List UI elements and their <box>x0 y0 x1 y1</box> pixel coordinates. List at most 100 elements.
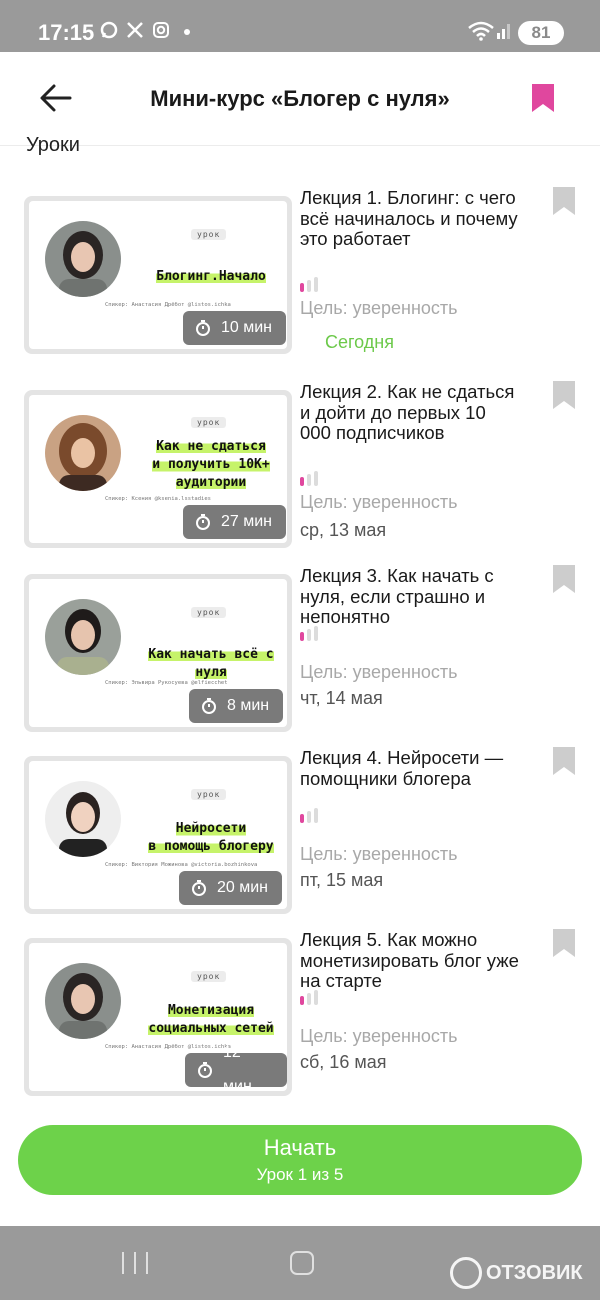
notification-dot <box>184 29 190 35</box>
lesson-item[interactable]: урок Нейросети в помощь блогеру Спикер: … <box>0 740 600 914</box>
thumb-title-box: Монетизация социальных сетей <box>129 1001 287 1037</box>
lesson-bookmark-button[interactable] <box>552 380 576 410</box>
lesson-date: Сегодня <box>325 332 394 352</box>
thumb-title-box: Блогинг.Начало <box>129 267 287 285</box>
lesson-tag: урок <box>191 417 227 428</box>
lesson-thumbnail[interactable]: урок Как начать всё с нуля Спикер: Эльви… <box>24 574 292 732</box>
thumb-title: Как начать всё с нуля <box>148 647 274 680</box>
duration-label: 27 мин <box>221 513 273 530</box>
timer-icon <box>196 320 210 336</box>
course-bookmark-button[interactable] <box>530 83 556 113</box>
thumb-title: Блогинг.Начало <box>156 269 266 284</box>
lesson-bookmark-button[interactable] <box>552 564 576 594</box>
app-header: Мини-курс «Блогер с нуля» <box>0 52 600 146</box>
arrow-left-icon <box>40 84 72 112</box>
page-title: Мини-курс «Блогер с нуля» <box>150 86 450 111</box>
speaker-avatar <box>45 415 121 491</box>
lesson-goal: Цель: уверенность <box>300 492 458 512</box>
thumb-title-box: Как начать всё с нуля <box>129 645 287 681</box>
thumb-title-box: Нейросети в помощь блогеру <box>129 819 287 855</box>
lesson-title: Лекция 5. Как можно монетизировать блог … <box>300 929 519 991</box>
bookmark-icon <box>532 84 554 112</box>
start-button-progress: Урок 1 из 5 <box>256 1165 344 1184</box>
signal-icon <box>496 21 512 44</box>
bookmark-icon <box>553 565 575 593</box>
speaker-avatar <box>45 781 121 857</box>
lesson-goal: Цель: уверенность <box>300 844 458 864</box>
lesson-item[interactable]: урок Как не сдаться и получить 10К+ ауди… <box>0 374 600 548</box>
level-indicator <box>300 471 318 486</box>
section-heading: Уроки <box>26 134 80 156</box>
level-indicator <box>300 626 318 641</box>
thumb-title: Монетизация социальных сетей <box>148 1003 274 1036</box>
start-button[interactable]: Начать Урок 1 из 5 <box>18 1125 582 1195</box>
lesson-bookmark-button[interactable] <box>552 928 576 958</box>
speaker-avatar <box>45 221 121 297</box>
lesson-thumbnail[interactable]: урок Блогинг.Начало Спикер: Анастасия Др… <box>24 196 292 354</box>
duration-badge: 8 мин <box>189 689 284 723</box>
timer-icon <box>198 1062 212 1078</box>
duration-badge: 27 мин <box>183 505 287 539</box>
lesson-title: Лекция 4. Нейросети — помощники блогера <box>300 747 504 789</box>
home-button[interactable] <box>290 1251 314 1275</box>
lesson-item[interactable]: урок Как начать всё с нуля Спикер: Эльви… <box>0 558 600 732</box>
back-button[interactable] <box>36 78 84 118</box>
lesson-date: чт, 14 мая <box>300 688 383 708</box>
duration-label: 10 мин <box>221 319 273 336</box>
thumb-speaker: Спикер: Ксения @ksenia.lsstadies <box>105 496 211 502</box>
chat-icon <box>100 21 118 44</box>
status-bar: 17:15 81 <box>0 0 600 52</box>
duration-label: 20 мин <box>217 879 269 896</box>
duration-badge: 12 мин <box>185 1044 287 1091</box>
instagram-icon <box>152 21 170 44</box>
watermark-text: ОТЗОВИК <box>486 1261 583 1284</box>
duration-badge: 20 мин <box>179 871 283 905</box>
lesson-title: Лекция 3. Как начать с нуля, если страшн… <box>300 565 494 627</box>
timer-icon <box>202 698 216 714</box>
timer-icon <box>196 514 210 530</box>
otzovik-logo-icon <box>450 1257 482 1289</box>
duration-label: 8 мин <box>227 697 270 714</box>
wifi-icon <box>468 21 494 46</box>
lesson-date: сб, 16 мая <box>300 1052 387 1072</box>
lesson-tag: урок <box>191 607 227 618</box>
status-time: 17:15 <box>38 20 95 45</box>
bookmark-icon <box>553 187 575 215</box>
lesson-date: ср, 13 мая <box>300 520 387 540</box>
lesson-tag: урок <box>191 229 227 240</box>
lesson-goal: Цель: уверенность <box>300 298 458 318</box>
level-indicator <box>300 277 318 292</box>
lesson-title: Лекция 2. Как не сдаться и дойти до перв… <box>300 381 515 443</box>
lesson-thumbnail[interactable]: урок Как не сдаться и получить 10К+ ауди… <box>24 390 292 548</box>
thumb-title: Нейросети в помощь блогеру <box>148 821 274 854</box>
thumb-speaker: Спикер: Анастасия Дрёбот @listos.ichka <box>105 302 231 308</box>
thumb-title-box: Как не сдаться и получить 10К+ аудитории <box>129 437 287 491</box>
level-indicator <box>300 808 318 823</box>
lesson-goal: Цель: уверенность <box>300 1026 458 1046</box>
thumb-speaker: Спикер: Виктория Можинова @victoria.bozh… <box>105 862 258 868</box>
lesson-tag: урок <box>191 789 227 800</box>
lesson-item[interactable]: урок Блогинг.Начало Спикер: Анастасия Др… <box>0 180 600 354</box>
thumb-title: Как не сдаться и получить 10К+ аудитории <box>152 439 270 490</box>
recent-apps-button[interactable] <box>122 1252 148 1274</box>
start-button-label: Начать <box>263 1135 337 1160</box>
watermark-logo: ОТЗОВИК <box>450 1256 583 1290</box>
lesson-item[interactable]: урок Монетизация социальных сетей Спикер… <box>0 922 600 1096</box>
x-icon <box>126 21 144 44</box>
level-indicator <box>300 990 318 1005</box>
lesson-bookmark-button[interactable] <box>552 746 576 776</box>
lesson-tag: урок <box>191 971 227 982</box>
duration-label: 12 мин <box>223 1044 252 1091</box>
lesson-thumbnail[interactable]: урок Монетизация социальных сетей Спикер… <box>24 938 292 1096</box>
lesson-date: пт, 15 мая <box>300 870 384 890</box>
bookmark-icon <box>553 381 575 409</box>
duration-badge: 10 мин <box>183 311 287 345</box>
speaker-avatar <box>45 963 121 1039</box>
lesson-thumbnail[interactable]: урок Нейросети в помощь блогеру Спикер: … <box>24 756 292 914</box>
lesson-bookmark-button[interactable] <box>552 186 576 216</box>
timer-icon <box>192 880 206 896</box>
battery-indicator: 81 <box>518 21 564 45</box>
speaker-avatar <box>45 599 121 675</box>
thumb-speaker: Спикер: Эльвира Рукосуева @elfiecchet <box>105 680 228 686</box>
lesson-goal: Цель: уверенность <box>300 662 458 682</box>
